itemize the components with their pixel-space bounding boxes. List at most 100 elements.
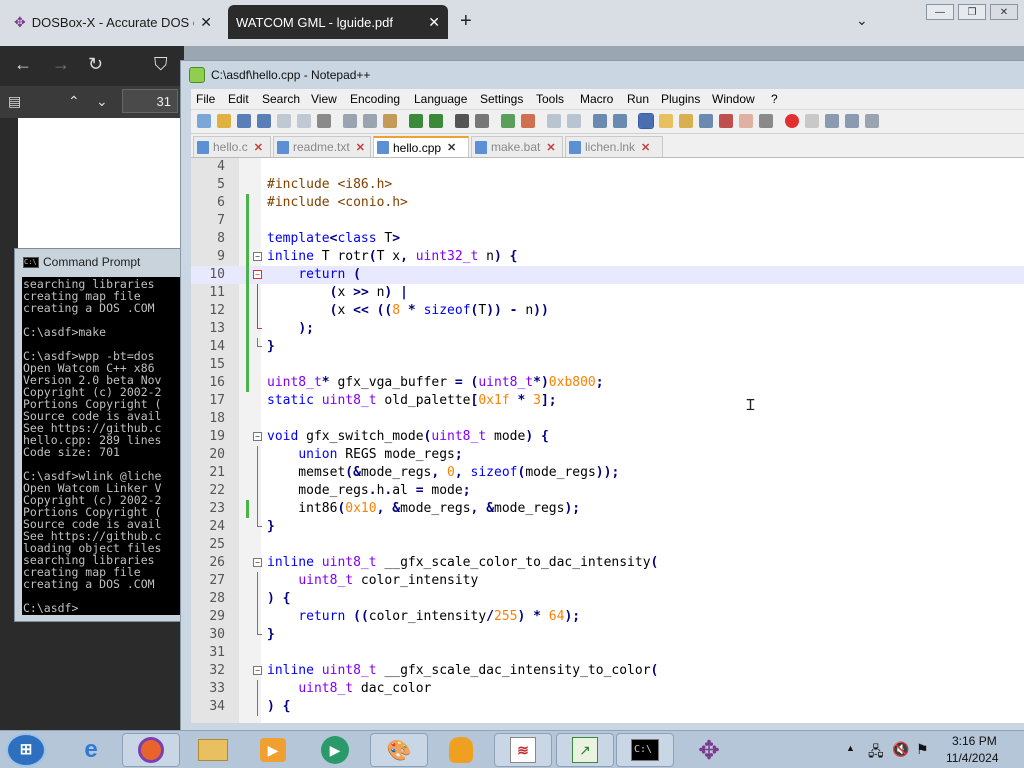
previous-page-icon[interactable]: ⌃ — [68, 93, 80, 110]
redo-icon[interactable] — [429, 114, 443, 128]
code-line[interactable]: 18 — [191, 410, 1024, 428]
file-explorer-icon[interactable] — [184, 733, 242, 767]
function-list-icon[interactable] — [699, 114, 713, 128]
chart-app-icon[interactable]: ↗ — [556, 733, 614, 767]
media-center-icon[interactable]: ▶ — [306, 733, 364, 767]
scratch-icon[interactable] — [432, 733, 490, 767]
code-line[interactable]: 11 (x >> n) | — [191, 284, 1024, 302]
code-editor[interactable]: 4 5 #include <i86.h> 6 #include <conio.h> 7 8 t… — [191, 157, 1024, 723]
command-prompt-titlebar[interactable]: C:\ Command Prompt — [15, 249, 188, 275]
fold-toggle-icon[interactable]: − — [253, 558, 262, 567]
copy-icon[interactable] — [363, 114, 377, 128]
menu-window[interactable]: Window — [712, 92, 755, 106]
menu-run[interactable]: Run — [627, 92, 649, 106]
menu-edit[interactable]: Edit — [228, 92, 249, 106]
close-file-icon[interactable] — [277, 114, 291, 128]
firefox-icon[interactable] — [122, 733, 180, 767]
show-all-characters-icon[interactable] — [613, 114, 627, 128]
zoom-out-icon[interactable] — [521, 114, 535, 128]
show-hidden-icons-button[interactable]: ▲ — [846, 743, 855, 753]
tab-make-bat[interactable]: make.bat ✕ — [471, 136, 563, 157]
fold-toggle-icon[interactable]: − — [253, 432, 262, 441]
undo-icon[interactable] — [409, 114, 423, 128]
code-line[interactable]: 29 return ((color_intensity/255) * 64); — [191, 608, 1024, 626]
code-line[interactable]: 7 — [191, 212, 1024, 230]
sidebar-toggle-icon[interactable]: ▤ — [8, 93, 21, 110]
fold-toggle-icon[interactable]: − — [253, 252, 262, 261]
close-all-icon[interactable] — [297, 114, 311, 128]
tab-lichen-lnk[interactable]: lichen.lnk ✕ — [565, 136, 663, 157]
action-center-flag-icon[interactable]: ⚑ — [916, 741, 929, 758]
word-wrap-icon[interactable] — [593, 114, 607, 128]
code-line[interactable]: 33 uint8_t dac_color — [191, 680, 1024, 698]
save-icon[interactable] — [237, 114, 251, 128]
code-line[interactable]: 24} — [191, 518, 1024, 536]
close-tab-icon[interactable]: ✕ — [447, 141, 456, 154]
code-line[interactable]: 31 — [191, 644, 1024, 662]
close-tab-icon[interactable]: ✕ — [356, 141, 365, 154]
code-line[interactable]: 4 — [191, 158, 1024, 176]
code-line[interactable]: 15 — [191, 356, 1024, 374]
document-map-icon[interactable] — [679, 114, 693, 128]
code-line[interactable]: 13 ); — [191, 320, 1024, 338]
notepad-plus-plus-taskbar-icon[interactable]: ≋ — [494, 733, 552, 767]
code-line[interactable]: 20 union REGS mode_regs; — [191, 446, 1024, 464]
code-line[interactable]: 30} — [191, 626, 1024, 644]
user-defined-language-icon[interactable] — [659, 114, 673, 128]
command-prompt-taskbar-icon[interactable]: C:\ — [616, 733, 674, 767]
console-output[interactable]: searching libraries creating map file crea… — [22, 277, 188, 615]
print-icon[interactable] — [317, 114, 331, 128]
close-tab-icon[interactable]: ✕ — [428, 14, 440, 31]
internet-explorer-icon[interactable]: e — [62, 733, 120, 767]
code-line[interactable]: 25 — [191, 536, 1024, 554]
save-all-icon[interactable] — [257, 114, 271, 128]
menu-macro[interactable]: Macro — [580, 92, 613, 106]
menu-help[interactable]: ? — [771, 92, 778, 106]
menu-search[interactable]: Search — [262, 92, 300, 106]
menu-plugins[interactable]: Plugins — [661, 92, 700, 106]
code-line[interactable]: 10 − return ( — [191, 266, 1024, 284]
cut-icon[interactable] — [343, 114, 357, 128]
indent-guide-icon[interactable] — [638, 113, 654, 129]
playback-macro-icon[interactable] — [825, 114, 839, 128]
code-line[interactable]: 5 #include <i86.h> — [191, 176, 1024, 194]
start-button[interactable]: ⊞ — [6, 733, 46, 767]
code-line[interactable]: 6 #include <conio.h> — [191, 194, 1024, 212]
menu-tools[interactable]: Tools — [536, 92, 564, 106]
monitoring-eye-icon[interactable] — [759, 114, 773, 128]
forward-icon[interactable]: → — [52, 54, 70, 75]
maximize-button[interactable]: ❐ — [958, 4, 986, 20]
tab-hello-cpp[interactable]: hello.cpp ✕ — [373, 136, 469, 157]
code-line[interactable]: 8 template<class T> — [191, 230, 1024, 248]
close-tab-icon[interactable]: ✕ — [641, 141, 650, 154]
save-macro-icon[interactable] — [865, 114, 879, 128]
open-file-icon[interactable] — [217, 114, 231, 128]
paint-icon[interactable]: 🎨 — [370, 733, 428, 767]
reload-icon[interactable]: ↻ — [88, 54, 103, 75]
clock-date[interactable]: 11/4/2024 — [946, 751, 999, 765]
code-line[interactable]: 32 − inline uint8_t __gfx_scale_dac_intens… — [191, 662, 1024, 680]
page-number-input[interactable]: 31 — [122, 89, 178, 113]
menu-view[interactable]: View — [311, 92, 337, 106]
paste-icon[interactable] — [383, 114, 397, 128]
menu-settings[interactable]: Settings — [480, 92, 523, 106]
close-tab-icon[interactable]: ✕ — [200, 14, 212, 31]
code-line[interactable]: 26 − inline uint8_t __gfx_scale_color_to_d… — [191, 554, 1024, 572]
clock-time[interactable]: 3:16 PM — [952, 734, 997, 748]
menu-file[interactable]: File — [196, 92, 215, 106]
new-tab-button[interactable]: + — [460, 10, 472, 33]
replace-icon[interactable] — [475, 114, 489, 128]
close-window-button[interactable]: ✕ — [990, 4, 1018, 20]
volume-muted-icon[interactable]: 🔇 — [892, 741, 909, 758]
code-line[interactable]: 12 (x << ((8 * sizeof(T)) - n)) — [191, 302, 1024, 320]
command-prompt-window[interactable]: C:\ Command Prompt searching libraries cr… — [14, 248, 189, 622]
code-line[interactable]: 9 − inline T rotr(T x, uint32_t n) { — [191, 248, 1024, 266]
shield-icon[interactable]: ⛉ — [154, 54, 168, 75]
close-tab-icon[interactable]: ✕ — [254, 141, 263, 154]
menu-encoding[interactable]: Encoding — [350, 92, 400, 106]
code-line[interactable]: 22 mode_regs.h.al = mode; — [191, 482, 1024, 500]
notepad-titlebar[interactable]: C:\asdf\hello.cpp - Notepad++ — [181, 61, 1024, 89]
browser-tab-watcom-pdf[interactable]: WATCOM GML - lguide.pdf ✕ — [228, 5, 448, 39]
stop-recording-icon[interactable] — [805, 114, 819, 128]
sync-horizontal-icon[interactable] — [567, 114, 581, 128]
